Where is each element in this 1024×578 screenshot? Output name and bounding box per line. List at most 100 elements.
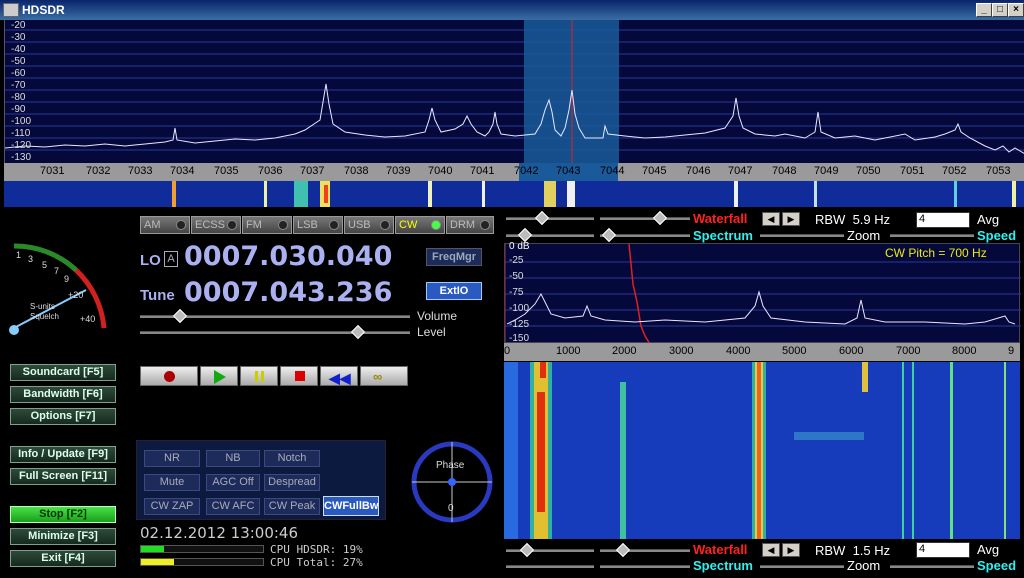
af-waterfall[interactable]: [504, 362, 1020, 539]
mode-cw-button[interactable]: CW: [395, 216, 445, 234]
freqmgr-button[interactable]: FreqMgr: [426, 248, 482, 266]
loop-icon: ∞: [373, 369, 382, 384]
freq-tick-label: 7031: [40, 165, 64, 177]
rf-spectrum-trace: [5, 84, 1024, 154]
cw-afc-button[interactable]: CW AFC: [206, 498, 260, 515]
stop-playback-button[interactable]: [280, 366, 318, 386]
af-zoom-slider[interactable]: [760, 565, 844, 568]
play-button[interactable]: [200, 366, 238, 386]
slider-thumb[interactable]: [602, 228, 616, 242]
despread-button[interactable]: Despread: [264, 474, 320, 491]
af-spectrum-contrast-slider[interactable]: [506, 565, 594, 568]
slider-thumb[interactable]: [520, 543, 534, 557]
s-meter-units-label: S-units: [30, 302, 55, 311]
cpu-hdsdr-text: CPU HDSDR: 19%: [270, 543, 363, 556]
nb-button[interactable]: NB: [206, 450, 260, 467]
mode-lsb-button[interactable]: LSB: [293, 216, 343, 234]
slider-thumb[interactable]: [535, 211, 549, 225]
af-avg-combo[interactable]: 4: [916, 542, 970, 558]
rf-avg-combo[interactable]: 4: [916, 212, 970, 228]
phase-label: Phase: [436, 460, 464, 471]
rf-waterfall-brightness-slider[interactable]: [600, 217, 690, 220]
phase-value: 0: [448, 503, 454, 514]
exit-button[interactable]: Exit [F4]: [10, 550, 116, 567]
af-db-label: 0 dB: [509, 241, 530, 252]
af-rbw-increase-button[interactable]: ▶: [782, 543, 800, 557]
loop-button[interactable]: ∞: [360, 366, 408, 386]
s-meter-tick: 5: [42, 260, 47, 270]
af-speed-slider[interactable]: [890, 565, 974, 568]
mode-ecss-button[interactable]: ECSS: [191, 216, 241, 234]
options-button[interactable]: Options [F7]: [10, 408, 116, 425]
tune-frequency[interactable]: 0007.043.236: [184, 277, 392, 308]
bandwidth-button[interactable]: Bandwidth [F6]: [10, 386, 116, 403]
af-waterfall-brightness-slider[interactable]: [600, 549, 690, 552]
slider-thumb[interactable]: [653, 211, 667, 225]
record-button[interactable]: [140, 366, 198, 386]
app-icon: [3, 3, 19, 17]
nr-button[interactable]: NR: [144, 450, 200, 467]
phase-scope: Phase 0: [410, 440, 494, 524]
af-rbw-label: RBW 1.5 Hz: [815, 543, 890, 558]
pause-button[interactable]: [240, 366, 278, 386]
mode-drm-button[interactable]: DRM: [446, 216, 494, 234]
rbw-decrease-button[interactable]: ◀: [762, 212, 780, 226]
maximize-window-button[interactable]: □: [992, 3, 1008, 17]
lo-frequency[interactable]: 0007.030.040: [184, 241, 392, 272]
freq-tick-label: 7045: [642, 165, 666, 177]
rf-waterfall-contrast-slider[interactable]: [506, 217, 594, 220]
full-screen-button[interactable]: Full Screen [F11]: [10, 468, 116, 485]
af-rbw-decrease-button[interactable]: ◀: [762, 543, 780, 557]
af-freq-tick-label: 9: [1008, 345, 1014, 357]
s-meter-tick: +40: [80, 314, 95, 324]
slider-thumb[interactable]: [616, 543, 630, 557]
freq-tick-label: 7039: [386, 165, 410, 177]
af-spectrum-brightness-slider[interactable]: [600, 565, 690, 568]
rf-db-label: -50: [11, 56, 25, 67]
level-slider-thumb[interactable]: [351, 325, 365, 339]
cw-fullbw-button[interactable]: CWFullBw: [323, 496, 379, 516]
cw-peak-button[interactable]: CW Peak: [264, 498, 320, 515]
extio-button[interactable]: ExtIO: [426, 282, 482, 300]
agc-off-button[interactable]: AGC Off: [206, 474, 260, 491]
af-freq-tick-label: 7000: [896, 345, 920, 357]
rf-db-label: -40: [11, 44, 25, 55]
slider-thumb[interactable]: [518, 228, 532, 242]
info-update-button[interactable]: Info / Update [F9]: [10, 446, 116, 463]
mode-am-button[interactable]: AM: [140, 216, 190, 234]
mode-fm-button[interactable]: FM: [242, 216, 292, 234]
rf-db-label: -20: [11, 20, 25, 31]
rf-waterfall[interactable]: [4, 181, 1024, 207]
af-freq-tick-label: 8000: [952, 345, 976, 357]
level-slider[interactable]: [140, 331, 410, 334]
af-spectrum[interactable]: 0 dB -25 -50 -75 -100 -125 -150 CW Pitch…: [504, 243, 1020, 343]
af-frequency-ruler[interactable]: [504, 343, 1020, 361]
close-window-button[interactable]: ×: [1008, 3, 1024, 17]
rf-speed-slider[interactable]: [890, 234, 974, 237]
freq-tick-label: 7044: [600, 165, 624, 177]
rf-waterfall-label: Waterfall: [693, 211, 747, 226]
mode-usb-button[interactable]: USB: [344, 216, 394, 234]
tune-label: Tune: [140, 287, 175, 304]
lo-lock-badge[interactable]: A: [164, 251, 178, 267]
volume-slider-thumb[interactable]: [173, 309, 187, 323]
minimize-button[interactable]: Minimize [F3]: [10, 528, 116, 545]
freq-tick-label: 7047: [728, 165, 752, 177]
af-freq-tick-label: 3000: [669, 345, 693, 357]
af-spectrum-trace: [507, 292, 1015, 324]
soundcard-button[interactable]: Soundcard [F5]: [10, 364, 116, 381]
freq-tick-label: 7034: [170, 165, 194, 177]
rbw-increase-button[interactable]: ▶: [782, 212, 800, 226]
rf-zoom-label: Zoom: [847, 228, 880, 243]
rf-spectrum[interactable]: -20 -30 -40 -50 -60 -70 -80 -90 -100 -11…: [4, 20, 1024, 163]
freq-tick-label: 7032: [86, 165, 110, 177]
minimize-window-button[interactable]: _: [976, 3, 992, 17]
stop-button[interactable]: Stop [F2]: [10, 506, 116, 523]
mute-button[interactable]: Mute: [144, 474, 200, 491]
cw-zap-button[interactable]: CW ZAP: [144, 498, 200, 515]
af-avg-label: Avg: [977, 542, 999, 557]
notch-button[interactable]: Notch: [264, 450, 320, 467]
rf-zoom-slider[interactable]: [760, 234, 844, 237]
level-label: Level: [417, 325, 446, 339]
rewind-button[interactable]: ◀◀: [320, 366, 358, 386]
